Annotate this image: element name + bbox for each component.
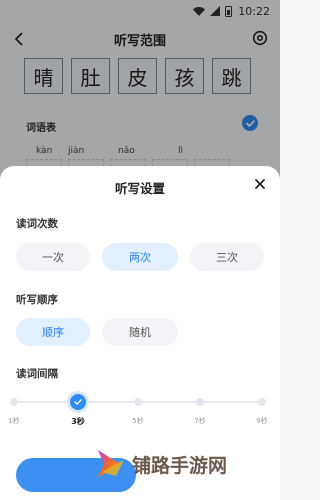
interval-slider-stop[interactable] (258, 398, 266, 406)
watermark: 铺路手游网 (96, 446, 227, 482)
interval-slider-stop[interactable] (196, 398, 204, 406)
order-option-sequential[interactable]: 顺序 (16, 318, 90, 346)
interval-label: 读词间隔 (16, 368, 58, 380)
read-count-option-once[interactable]: 一次 (16, 243, 90, 271)
check-icon (74, 399, 82, 405)
interval-tick-label: 5秒 (132, 417, 144, 425)
sheet-title: 听写设置 (114, 181, 165, 196)
read-count-label: 读词次数 (16, 218, 58, 230)
interval-slider-thumb[interactable] (70, 394, 86, 410)
interval-tick-label: 1秒 (8, 417, 20, 425)
interval-slider-stop[interactable] (134, 398, 142, 406)
order-option-random[interactable]: 随机 (102, 318, 178, 346)
interval-slider-stop[interactable] (10, 398, 18, 406)
read-count-option-twice[interactable]: 两次 (102, 243, 178, 271)
interval-tick-label: 7秒 (194, 417, 206, 425)
order-label: 听写顺序 (16, 294, 58, 306)
interval-tick-label: 9秒 (256, 417, 268, 425)
watermark-logo-icon (98, 450, 124, 478)
read-count-option-thrice[interactable]: 三次 (190, 243, 264, 271)
close-icon[interactable] (254, 178, 266, 190)
interval-tick-label: 3秒 (71, 417, 85, 426)
watermark-text: 铺路手游网 (132, 454, 228, 477)
